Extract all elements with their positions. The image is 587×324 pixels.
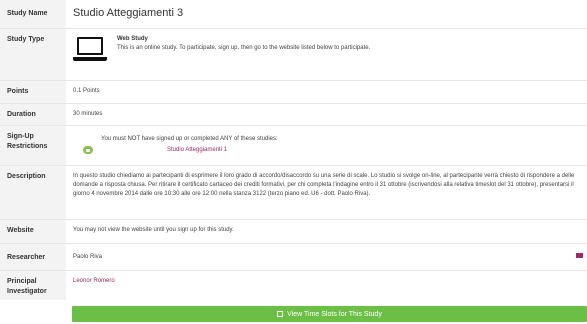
view-time-slots-button[interactable]: View Time Slots for This Study bbox=[72, 306, 587, 322]
row-study-type: Study Type Web Study This is an online s… bbox=[0, 27, 587, 80]
pi-link[interactable]: Leonor Romero bbox=[73, 278, 115, 284]
label-restrictions: Sign-Up Restrictions bbox=[0, 124, 66, 165]
description-value: In questo studio chiediamo ai partecipan… bbox=[66, 164, 587, 219]
researcher-value: Paolo Riva bbox=[73, 253, 103, 260]
row-points: Points 0.1 Points bbox=[0, 79, 587, 103]
row-researcher: Researcher Paolo Riva bbox=[0, 242, 587, 270]
restricted-study-link[interactable]: Studio Atteggiamenti 1 bbox=[167, 146, 227, 155]
label-study-name: Study Name bbox=[0, 0, 66, 28]
label-duration: Duration bbox=[0, 102, 66, 125]
points-value: 0.1 Points bbox=[66, 79, 587, 103]
external-link-icon bbox=[277, 311, 284, 317]
email-icon[interactable] bbox=[576, 252, 583, 258]
label-website: Website bbox=[0, 218, 66, 243]
study-details-table: Study Name Studio Atteggiamenti 3 Study … bbox=[0, 0, 587, 300]
view-time-slots-label: View Time Slots for This Study bbox=[287, 310, 382, 318]
laptop-icon bbox=[73, 36, 107, 63]
study-type-title: Web Study bbox=[117, 35, 148, 42]
row-duration: Duration 30 minutes bbox=[0, 102, 587, 125]
label-points: Points bbox=[0, 79, 66, 103]
restrictions-text: You must NOT have signed up or completed… bbox=[101, 135, 278, 142]
check-badge-icon bbox=[83, 146, 93, 154]
row-description: Description In questo studio chiediamo a… bbox=[0, 164, 587, 219]
label-researcher: Researcher bbox=[0, 242, 66, 270]
row-study-name: Study Name Studio Atteggiamenti 3 bbox=[0, 0, 587, 28]
label-pi: Principal Investigator bbox=[0, 269, 66, 300]
study-type-description: This is an online study. To participate,… bbox=[117, 44, 371, 51]
website-value: You may not view the website until you s… bbox=[66, 218, 587, 243]
study-details-page: Study Name Studio Atteggiamenti 3 Study … bbox=[0, 0, 587, 324]
row-pi: Principal Investigator Leonor Romero bbox=[0, 269, 587, 300]
row-restrictions: Sign-Up Restrictions You must NOT have s… bbox=[0, 124, 587, 165]
label-study-type: Study Type bbox=[0, 27, 66, 80]
duration-value: 30 minutes bbox=[66, 102, 587, 125]
study-name-value: Studio Atteggiamenti 3 bbox=[73, 7, 184, 19]
row-website: Website You may not view the website unt… bbox=[0, 218, 587, 243]
label-description: Description bbox=[0, 164, 66, 219]
